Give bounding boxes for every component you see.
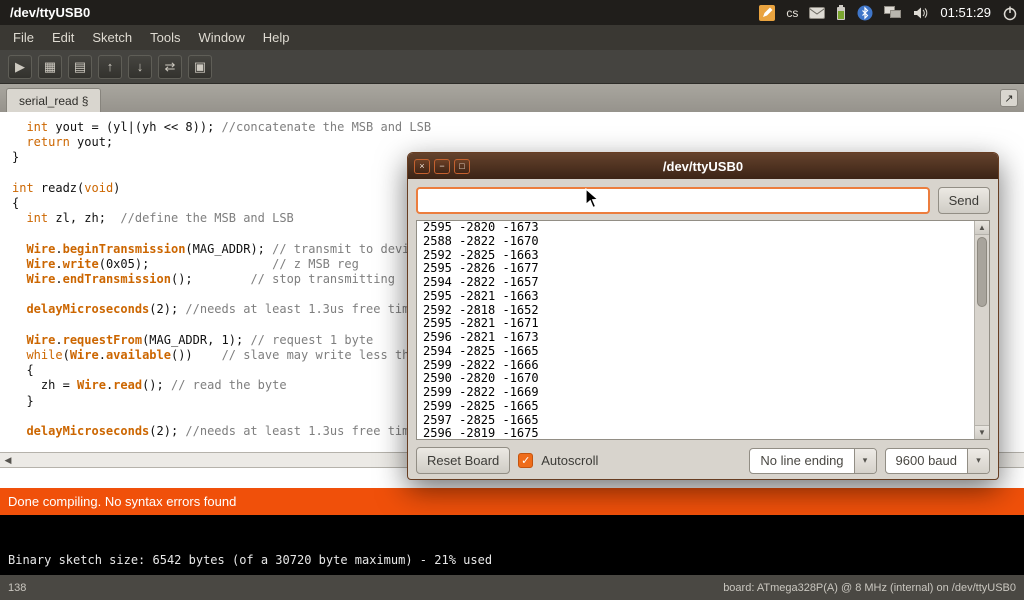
save-button[interactable]: ↓ [128,55,152,79]
serial-row: 2599 -2822 -1666 [423,359,968,373]
serial-output[interactable]: 2595 -2820 -16732588 -2822 -16702592 -28… [417,221,974,439]
arduino-ide-screen: /dev/ttyUSB0 cs 01:51:29 FileEditSketchT… [0,0,1024,600]
session-power-icon[interactable] [1002,5,1018,21]
menu-edit[interactable]: Edit [43,25,83,50]
close-icon: × [419,161,424,171]
new-sketch-button[interactable]: ▤ [68,55,92,79]
dialog-title: /dev/ttyUSB0 [408,159,998,174]
serial-scrollbar[interactable]: ▲ ▼ [974,221,989,439]
top-panel: /dev/ttyUSB0 cs 01:51:29 [0,0,1024,25]
serial-output-wrap: 2595 -2820 -16732588 -2822 -16702592 -28… [416,220,990,440]
keyboard-layout-indicator[interactable]: cs [786,6,798,20]
dialog-titlebar[interactable]: /dev/ttyUSB0 × − □ [408,153,998,179]
send-row: Send [416,187,990,214]
network-icon[interactable] [884,6,902,20]
chevron-down-icon[interactable]: ▾ [854,449,876,473]
menu-bar: FileEditSketchToolsWindowHelp [0,25,1024,50]
tab-menu-icon: ↗ [1004,92,1013,105]
stop-icon: ▦ [44,59,56,75]
serial-monitor-button[interactable]: ▣ [188,55,212,79]
serial-monitor-dialog: /dev/ttyUSB0 × − □ Send 2595 -2820 -1673… [407,152,999,480]
serial-row: 2594 -2825 -1665 [423,345,968,359]
serial-row: 2595 -2820 -1673 [423,221,968,235]
menu-file[interactable]: File [4,25,43,50]
code-line: int yout = (yl|(yh << 8)); //concatenate… [12,120,1024,135]
autoscroll-checkbox[interactable]: ✓ [518,453,533,468]
check-icon: ✓ [521,454,530,467]
reset-board-button[interactable]: Reset Board [416,447,510,474]
save-icon: ↓ [137,59,144,74]
menu-sketch[interactable]: Sketch [83,25,141,50]
open-icon: ↑ [107,59,114,74]
console-text: Binary sketch size: 6542 bytes (of a 307… [8,553,492,567]
clock[interactable]: 01:51:29 [940,5,991,20]
line-ending-value: No line ending [750,449,853,473]
notes-pencil-icon[interactable] [759,5,775,21]
scroll-down-icon[interactable]: ▼ [975,425,989,439]
window-title: /dev/ttyUSB0 [6,5,90,20]
scroll-left-icon[interactable]: ◀ [0,455,16,466]
menu-help[interactable]: Help [254,25,299,50]
menu-tools[interactable]: Tools [141,25,189,50]
serial-row: 2599 -2822 -1669 [423,386,968,400]
serial-monitor-icon: ▣ [194,59,206,75]
send-button[interactable]: Send [938,187,990,214]
dialog-body: Send 2595 -2820 -16732588 -2822 -1670259… [408,179,998,482]
new-sketch-icon: ▤ [74,59,86,75]
tab-serial-read[interactable]: serial_read § [6,88,101,112]
serial-row: 2596 -2819 -1675 [423,427,968,439]
serial-row: 2595 -2826 -1677 [423,262,968,276]
minimize-button[interactable]: − [434,159,450,174]
minimize-icon: − [439,161,444,171]
serial-row: 2588 -2822 -1670 [423,235,968,249]
serial-row: 2592 -2818 -1652 [423,304,968,318]
stop-button[interactable]: ▦ [38,55,62,79]
chevron-down-icon[interactable]: ▾ [967,449,989,473]
mouse-cursor [585,188,603,210]
serial-row: 2599 -2825 -1665 [423,400,968,414]
footer-status-bar: 138 board: ATmega328P(A) @ 8 MHz (intern… [0,575,1024,600]
open-button[interactable]: ↑ [98,55,122,79]
scrollbar-thumb[interactable] [977,237,987,307]
mail-icon[interactable] [809,7,825,19]
line-number-indicator: 138 [8,582,26,594]
maximize-button[interactable]: □ [454,159,470,174]
serial-row: 2590 -2820 -1670 [423,372,968,386]
serial-row: 2592 -2825 -1663 [423,249,968,263]
scrollbar-track[interactable] [975,235,989,425]
serial-row: 2596 -2821 -1673 [423,331,968,345]
maximize-icon: □ [459,161,464,171]
serial-row: 2594 -2822 -1657 [423,276,968,290]
console-output: Binary sketch size: 6542 bytes (of a 307… [0,515,1024,575]
board-info: board: ATmega328P(A) @ 8 MHz (internal) … [723,582,1016,594]
menu-window[interactable]: Window [189,25,253,50]
verify-button[interactable]: ▶ [8,55,32,79]
close-button[interactable]: × [414,159,430,174]
tab-bar: serial_read § ↗ [0,84,1024,112]
line-ending-dropdown[interactable]: No line ending ▾ [749,448,876,474]
baud-rate-dropdown[interactable]: 9600 baud ▾ [885,448,990,474]
serial-row: 2597 -2825 -1665 [423,414,968,428]
volume-icon[interactable] [913,6,929,20]
bluetooth-icon[interactable] [857,5,873,21]
verify-icon: ▶ [15,59,25,75]
autoscroll-label: Autoscroll [541,453,598,468]
dialog-footer: Reset Board ✓ Autoscroll No line ending … [416,447,990,474]
upload-icon: ⇄ [165,59,176,75]
system-tray: cs 01:51:29 [759,5,1018,21]
window-controls: × − □ [408,159,470,174]
serial-send-input[interactable] [416,187,930,214]
compile-status-message: Done compiling. No syntax errors found [8,494,236,509]
serial-row: 2595 -2821 -1663 [423,290,968,304]
toolbar: ▶ ▦ ▤ ↑ ↓ ⇄ ▣ [0,50,1024,84]
scroll-up-icon[interactable]: ▲ [975,221,989,235]
upload-button[interactable]: ⇄ [158,55,182,79]
tab-menu-button[interactable]: ↗ [1000,89,1018,107]
serial-row: 2595 -2821 -1671 [423,317,968,331]
battery-icon[interactable] [836,5,846,21]
baud-rate-value: 9600 baud [886,449,967,473]
code-line: return yout; [12,135,1024,150]
compile-status-bar: Done compiling. No syntax errors found [0,488,1024,515]
